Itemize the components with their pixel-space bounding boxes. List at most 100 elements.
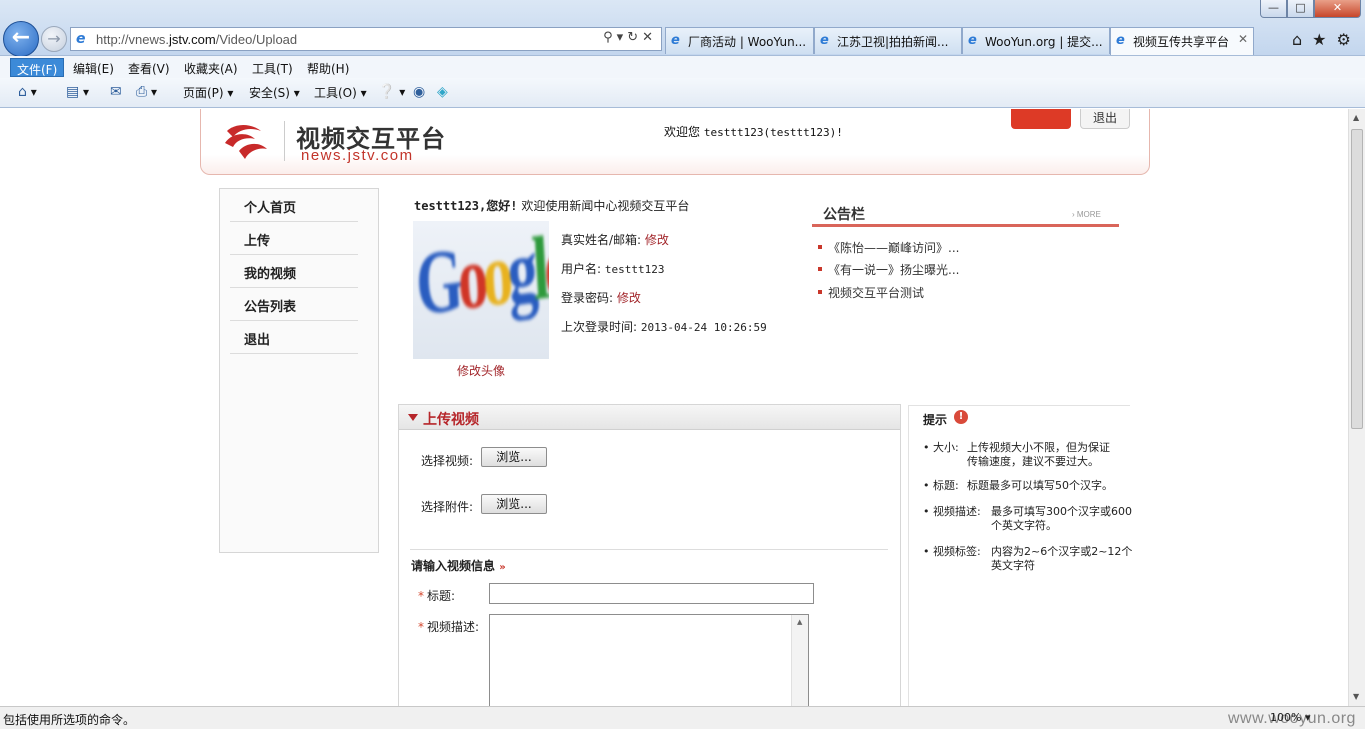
user-greeting: testtt123,您好! 欢迎使用新闻中心视频交互平台 <box>414 199 690 213</box>
home-icon[interactable]: ⌂ <box>1292 30 1312 49</box>
ie-tab-icon: e <box>968 33 977 48</box>
ie-tab-icon: e <box>1116 33 1125 48</box>
research-command[interactable]: ◉ <box>413 84 425 100</box>
favorites-star-icon[interactable]: ★ <box>1312 30 1336 49</box>
scroll-up-icon[interactable]: ▲ <box>1353 113 1359 122</box>
menu-view[interactable]: 查看(V) <box>122 58 176 77</box>
address-url[interactable]: http://vnews.jstv.com/Video/Upload <box>96 32 297 47</box>
edit-password-link[interactable]: 修改 <box>617 291 641 305</box>
notice-item[interactable]: 《有一说一》扬尘曝光... <box>817 261 959 278</box>
title-input[interactable] <box>489 583 814 604</box>
triangle-down-icon <box>408 414 418 421</box>
help-command[interactable]: ❔ ▾ <box>378 84 405 100</box>
header-exit-button[interactable]: 退出 <box>1080 109 1130 129</box>
textarea-scrollbar[interactable]: ▲ <box>791 615 808 706</box>
sidebar-item-home[interactable]: 个人首页 <box>230 189 358 222</box>
scroll-down-icon[interactable]: ▼ <box>1353 692 1359 701</box>
notice-divider <box>812 224 1119 227</box>
menu-edit[interactable]: 编辑(E) <box>67 58 120 77</box>
username-row: 用户名: testtt123 <box>561 262 665 276</box>
jstv-logo-icon <box>225 125 267 159</box>
lastlogin-row: 上次登录时间: 2013-04-24 10:26:59 <box>561 320 767 334</box>
home-command[interactable]: ⌂ ▾ <box>18 84 37 100</box>
safety-menu[interactable]: 安全(S) ▾ <box>249 84 300 101</box>
search-icon[interactable]: ⚲ <box>603 30 617 45</box>
password-row: 登录密码: 修改 <box>561 291 641 305</box>
attachment-label: 选择附件: <box>421 500 474 514</box>
sidebar-item-upload[interactable]: 上传 <box>230 222 358 255</box>
page-scrollbar[interactable]: ▲ ▼ <box>1348 109 1365 706</box>
globe-icon: ◉ <box>413 84 426 100</box>
avatar-image: Google <box>413 221 549 334</box>
welcome-text: 欢迎您 testtt123(testtt123)! <box>664 125 843 139</box>
site-header: 视频交互平台 news.jstv.com 欢迎您 testtt123(testt… <box>200 109 1150 175</box>
description-label: * 视频描述: <box>418 620 480 634</box>
tips-title: 提示 <box>923 413 948 427</box>
notice-item[interactable]: 视频交互平台测试 <box>817 284 924 301</box>
browser-right-icons: ⌂★⚙ <box>1292 30 1361 49</box>
sidebar-item-logout[interactable]: 退出 <box>230 321 358 354</box>
tab-wooyun-activity[interactable]: e 厂商活动 | WooYun... <box>665 27 814 54</box>
realname-row: 真实姓名/邮箱: 修改 <box>561 233 669 247</box>
description-textarea[interactable]: ▲ <box>489 614 809 706</box>
shield-icon: ◈ <box>437 84 448 100</box>
edit-realname-link[interactable]: 修改 <box>645 233 669 247</box>
scroll-up-icon[interactable]: ▲ <box>797 618 802 626</box>
exclamation-icon: ! <box>954 410 968 424</box>
zoom-control[interactable]: 100% ▾ <box>1270 711 1310 724</box>
scroll-thumb[interactable] <box>1351 129 1363 429</box>
browser-titlebar: ← → e http://vnews.jstv.com/Video/Upload… <box>0 0 1365 57</box>
print-command[interactable]: ⎙ ▾ <box>136 84 157 100</box>
tools-menu[interactable]: 工具(O) ▾ <box>314 84 367 101</box>
tab-jstv-news[interactable]: e 江苏卫视|拍拍新闻... <box>814 27 962 54</box>
forward-button[interactable]: → <box>41 26 67 52</box>
sidebar-item-notices[interactable]: 公告列表 <box>230 288 358 321</box>
tips-panel: 提示 ! 大小:上传视频大小不限，但为保证传输速度，建议不要过大。 标题:标题最… <box>908 405 1132 706</box>
minimize-button[interactable]: — <box>1260 0 1287 18</box>
notice-more-link[interactable]: › MORE <box>1072 210 1101 219</box>
tab-video-platform[interactable]: e 视频互传共享平台 ✕ <box>1110 27 1254 55</box>
menu-favorites[interactable]: 收藏夹(A) <box>178 58 244 77</box>
video-label: 选择视频: <box>421 454 474 468</box>
menu-file[interactable]: 文件(F) <box>10 58 65 77</box>
menu-bar: 文件(F) 编辑(E) 查看(V) 收藏夹(A) 工具(T) 帮助(H) <box>0 56 1365 78</box>
mail-command[interactable]: ✉ <box>110 84 122 100</box>
stop-icon[interactable]: ✕ <box>642 30 657 45</box>
printer-icon: ⎙ <box>136 84 148 100</box>
back-button[interactable]: ← <box>3 21 39 57</box>
feeds-command[interactable]: ▤ ▾ <box>66 84 89 100</box>
menu-tools[interactable]: 工具(T) <box>246 58 299 77</box>
refresh-icon[interactable]: ↻ <box>627 30 642 45</box>
upload-header: 上传视频 <box>399 405 900 430</box>
help-icon: ❔ <box>378 84 396 100</box>
settings-gear-icon[interactable]: ⚙ <box>1337 30 1361 49</box>
mail-icon: ✉ <box>110 84 122 100</box>
close-tab-icon[interactable]: ✕ <box>1238 32 1248 46</box>
addon-command[interactable]: ◈ <box>437 84 448 100</box>
upload-title: 上传视频 <box>423 412 479 428</box>
rss-icon: ▤ <box>66 84 80 100</box>
site-subtitle: news.jstv.com <box>301 147 414 164</box>
notice-item[interactable]: 《陈怡——巅峰访问》... <box>817 239 959 256</box>
page-viewport: 视频交互平台 news.jstv.com 欢迎您 testtt123(testt… <box>0 109 1348 706</box>
maximize-button[interactable]: □ <box>1287 0 1314 18</box>
browse-video-button[interactable]: 浏览... <box>481 447 547 467</box>
sidebar-item-my-videos[interactable]: 我的视频 <box>230 255 358 288</box>
ie-tab-icon: e <box>820 33 829 48</box>
address-tools[interactable]: ⚲▾↻✕ <box>603 30 657 45</box>
address-bar[interactable]: e http://vnews.jstv.com/Video/Upload ⚲▾↻… <box>70 27 662 51</box>
menu-help[interactable]: 帮助(H) <box>301 58 355 77</box>
command-bar: ⌂ ▾ ▤ ▾ ✉ ⎙ ▾ 页面(P) ▾ 安全(S) ▾ 工具(O) ▾ ❔ … <box>0 78 1365 108</box>
close-window-button[interactable]: ✕ <box>1314 0 1361 18</box>
video-info-heading: 请输入视频信息 » <box>411 559 506 573</box>
status-text: 包括使用所选项的命令。 <box>3 713 136 727</box>
divider <box>410 549 888 550</box>
header-red-button[interactable] <box>1011 109 1071 129</box>
status-bar: 包括使用所选项的命令。 www.wooyun.org 100% ▾ <box>0 706 1365 729</box>
browse-attachment-button[interactable]: 浏览... <box>481 494 547 514</box>
tab-wooyun-submit[interactable]: e WooYun.org | 提交... <box>962 27 1110 54</box>
double-chevron-icon: » <box>499 562 506 573</box>
sidebar-nav: 个人首页 上传 我的视频 公告列表 退出 <box>219 188 379 553</box>
page-menu[interactable]: 页面(P) ▾ <box>183 84 233 101</box>
edit-avatar-link[interactable]: 修改头像 <box>457 362 505 379</box>
